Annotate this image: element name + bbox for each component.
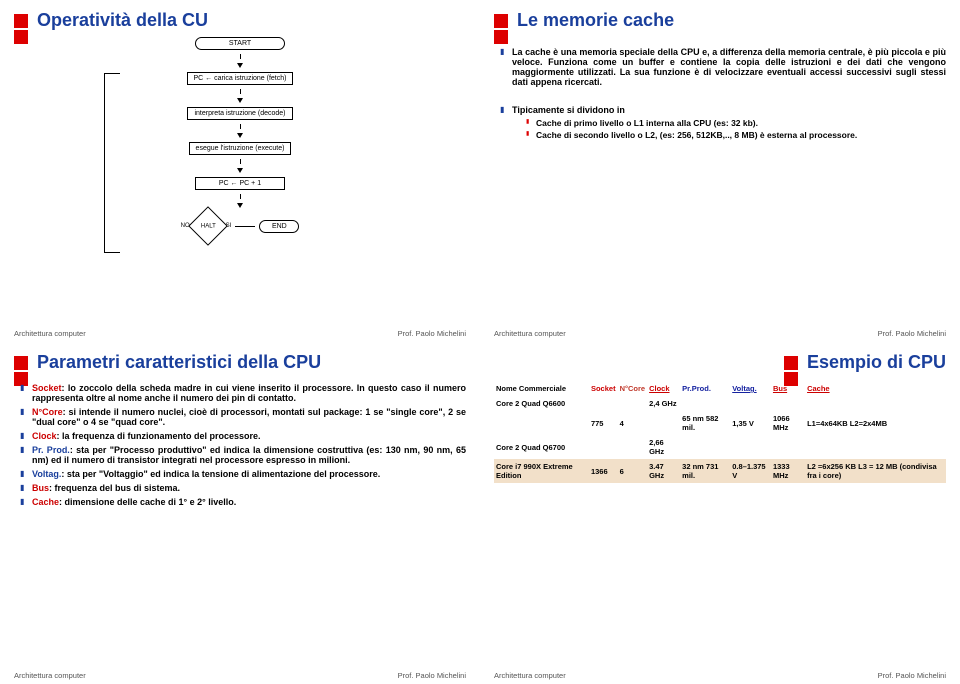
param-bus: Bus: frequenza del bus di sistema. (20, 483, 466, 493)
slide-title: Le memorie cache (511, 10, 674, 31)
th-volt: Voltag. (730, 381, 771, 396)
param-clock: Clock: la frequenza di funzionamento del… (20, 431, 466, 441)
th-clock: Clock (647, 381, 680, 396)
slide-footer: Architettura computer Prof. Paolo Michel… (14, 329, 466, 338)
cpu-table: Nome Commerciale Socket N°Core Clock Pr.… (494, 381, 946, 483)
table-row: Core 2 Quad Q6600 2,4 GHz (494, 396, 946, 411)
table-row: Core i7 990X Extreme Edition 1366 6 3.47… (494, 459, 946, 483)
footer-right: Prof. Paolo Michelini (878, 671, 946, 680)
table-header-row: Nome Commerciale Socket N°Core Clock Pr.… (494, 381, 946, 396)
slide-esempio-cpu: Esempio di CPU Nome Commerciale Socket N… (480, 342, 960, 684)
footer-left: Architettura computer (14, 329, 86, 338)
th-prprod: Pr.Prod. (680, 381, 730, 396)
param-list: Socket: lo zoccolo della scheda madre in… (14, 383, 466, 507)
title-bar: Parametri caratteristici della CPU (14, 352, 466, 373)
param-cache: Cache: dimensione delle cache di 1° e 2°… (20, 497, 466, 507)
cache-nested: Cache di primo livello o L1 interna alla… (512, 118, 946, 140)
title-bar: Esempio di CPU (494, 352, 946, 373)
slide-operativita-cu: Operatività della CU START PC ← carica i… (0, 0, 480, 342)
footer-left: Architettura computer (494, 671, 566, 680)
cache-n2: Cache di secondo livello o L2, (es: 256,… (526, 130, 946, 140)
slide-footer: Architettura computer Prof. Paolo Michel… (14, 671, 466, 680)
th-cache: Cache (805, 381, 946, 396)
th-ncore: N°Core (618, 381, 648, 396)
footer-left: Architettura computer (494, 329, 566, 338)
slide-footer: Architettura computer Prof. Paolo Michel… (494, 329, 946, 338)
table-row: Core 2 Quad Q6700 2,66 GHz (494, 435, 946, 459)
cache-p2: Tipicamente si dividono in Cache di prim… (500, 105, 946, 140)
slide-title: Esempio di CPU (801, 352, 946, 373)
flow-fetch: PC ← carica istruzione (fetch) (187, 72, 294, 85)
table-row: 775 4 65 nm 582 mil. 1,35 V 1066 MHz L1=… (494, 411, 946, 435)
footer-right: Prof. Paolo Michelini (398, 329, 466, 338)
title-bar: Operatività della CU (14, 10, 466, 31)
param-ncore: N°Core: si intende il numero nuclei, cio… (20, 407, 466, 427)
param-volt: Voltag.: sta per "Voltaggio" ed indica l… (20, 469, 466, 479)
th-bus: Bus (771, 381, 805, 396)
cache-p1: La cache è una memoria speciale della CP… (500, 47, 946, 87)
param-socket: Socket: lo zoccolo della scheda madre in… (20, 383, 466, 403)
flow-start: START (195, 37, 285, 50)
flow-execute: esegue l'istruzione (execute) (189, 142, 292, 155)
flow-halt: HALT (188, 206, 228, 246)
footer-right: Prof. Paolo Michelini (398, 671, 466, 680)
cpu-table-body: Core 2 Quad Q6600 2,4 GHz 775 4 65 nm 58… (494, 396, 946, 483)
flowchart: START PC ← carica istruzione (fetch) int… (14, 37, 466, 240)
slide-footer: Architettura computer Prof. Paolo Michel… (494, 671, 946, 680)
th-name: Nome Commerciale (494, 381, 589, 396)
slide-title: Operatività della CU (31, 10, 208, 31)
th-socket: Socket (589, 381, 618, 396)
flow-inc: PC ← PC + 1 (195, 177, 285, 190)
title-bar: Le memorie cache (494, 10, 946, 31)
footer-left: Architettura computer (14, 671, 86, 680)
param-prprod: Pr. Prod.: sta per "Processo produttivo"… (20, 445, 466, 465)
slide-memorie-cache: Le memorie cache La cache è una memoria … (480, 0, 960, 342)
slide-parametri-cpu: Parametri caratteristici della CPU Socke… (0, 342, 480, 684)
cache-bullets: La cache è una memoria speciale della CP… (494, 47, 946, 140)
footer-right: Prof. Paolo Michelini (878, 329, 946, 338)
slide-title: Parametri caratteristici della CPU (31, 352, 321, 373)
flow-decode: interpreta istruzione (decode) (187, 107, 292, 120)
cache-n1: Cache di primo livello o L1 interna alla… (526, 118, 946, 128)
flow-end: END (259, 220, 299, 233)
